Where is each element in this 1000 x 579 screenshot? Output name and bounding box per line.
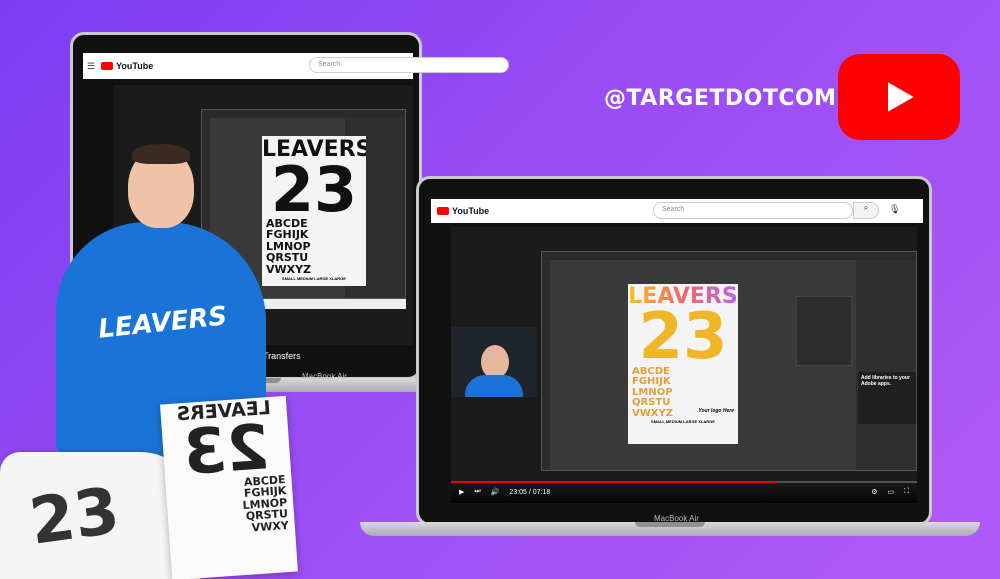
play-icon: [888, 82, 914, 112]
color-panel: [796, 296, 852, 366]
channel-handle: @TARGETDOTCOM: [604, 86, 837, 111]
menu-icon[interactable]: ☰: [87, 61, 95, 72]
artwork-number: 23: [638, 300, 728, 374]
artwork-logo-text: Your logo Here: [698, 408, 734, 414]
laptop-front-artboard: LEAVERS 23 ABCDE FGHIJK LMNOP QRSTU VWXY…: [628, 284, 738, 444]
laptop-front-search-button[interactable]: ⌕: [853, 202, 879, 219]
laptop-front-screen: YouTube Search ⌕ 🎙 LEAVERS 23 ABCDE FGHI…: [416, 176, 932, 526]
laptop-back-search-input[interactable]: Search: [309, 57, 509, 73]
youtube-mini-logo[interactable]: YouTube: [101, 61, 153, 71]
laptop-back-model: MacBook Air: [302, 372, 347, 381]
laptop-front-model: MacBook Air: [654, 514, 699, 523]
miniplayer-icon[interactable]: ▭: [887, 488, 894, 496]
laptop-front-base: [360, 522, 980, 536]
next-button[interactable]: ⏭: [474, 488, 480, 496]
adobe-libraries-card[interactable]: Add libraries to your Adobe apps.: [858, 372, 916, 424]
youtube-mini-logo[interactable]: YouTube: [437, 206, 489, 216]
video-time: 23:05 / 07:18: [509, 488, 551, 496]
play-button[interactable]: ▶: [459, 488, 464, 496]
illustrator-toolbar: [542, 260, 550, 470]
volume-icon[interactable]: 🔊: [491, 488, 500, 496]
illustrator-menubar: [542, 252, 916, 260]
folded-tshirt-print: 23: [25, 474, 124, 560]
youtube-logo[interactable]: [838, 54, 960, 140]
illustrator-layers-panel: [856, 260, 916, 470]
settings-icon[interactable]: ⚙: [871, 488, 877, 496]
artwork-sizes: SMALL MEDIUM LARGE XLARGE: [651, 419, 715, 425]
held-print-number: 23: [180, 410, 272, 490]
fullscreen-icon[interactable]: ⛶: [904, 488, 909, 496]
video-controls: ▶ ⏭ 🔊 23:05 / 07:18 ⚙ ▭ ⛶: [451, 481, 917, 503]
laptop-front-video[interactable]: LEAVERS 23 ABCDE FGHIJK LMNOP QRSTU VWXY…: [451, 227, 917, 503]
laptop-front-illustrator-window: LEAVERS 23 ABCDE FGHIJK LMNOP QRSTU VWXY…: [541, 251, 917, 471]
laptop-front: YouTube Search ⌕ 🎙 LEAVERS 23 ABCDE FGHI…: [360, 176, 980, 536]
illustrator-menubar: [202, 110, 405, 118]
webcam-person: [481, 345, 509, 379]
laptop-front-search-input[interactable]: Search: [653, 202, 853, 219]
presenter-hair: [132, 144, 190, 164]
microphone-icon[interactable]: 🎙: [889, 204, 900, 215]
webcam-overlay: [451, 327, 537, 397]
webcam-hoodie: [465, 375, 523, 397]
held-transfer-print: LEAVERS 23 ABCDE FGHIJK LMNOP QRSTU VWXY: [160, 395, 298, 579]
